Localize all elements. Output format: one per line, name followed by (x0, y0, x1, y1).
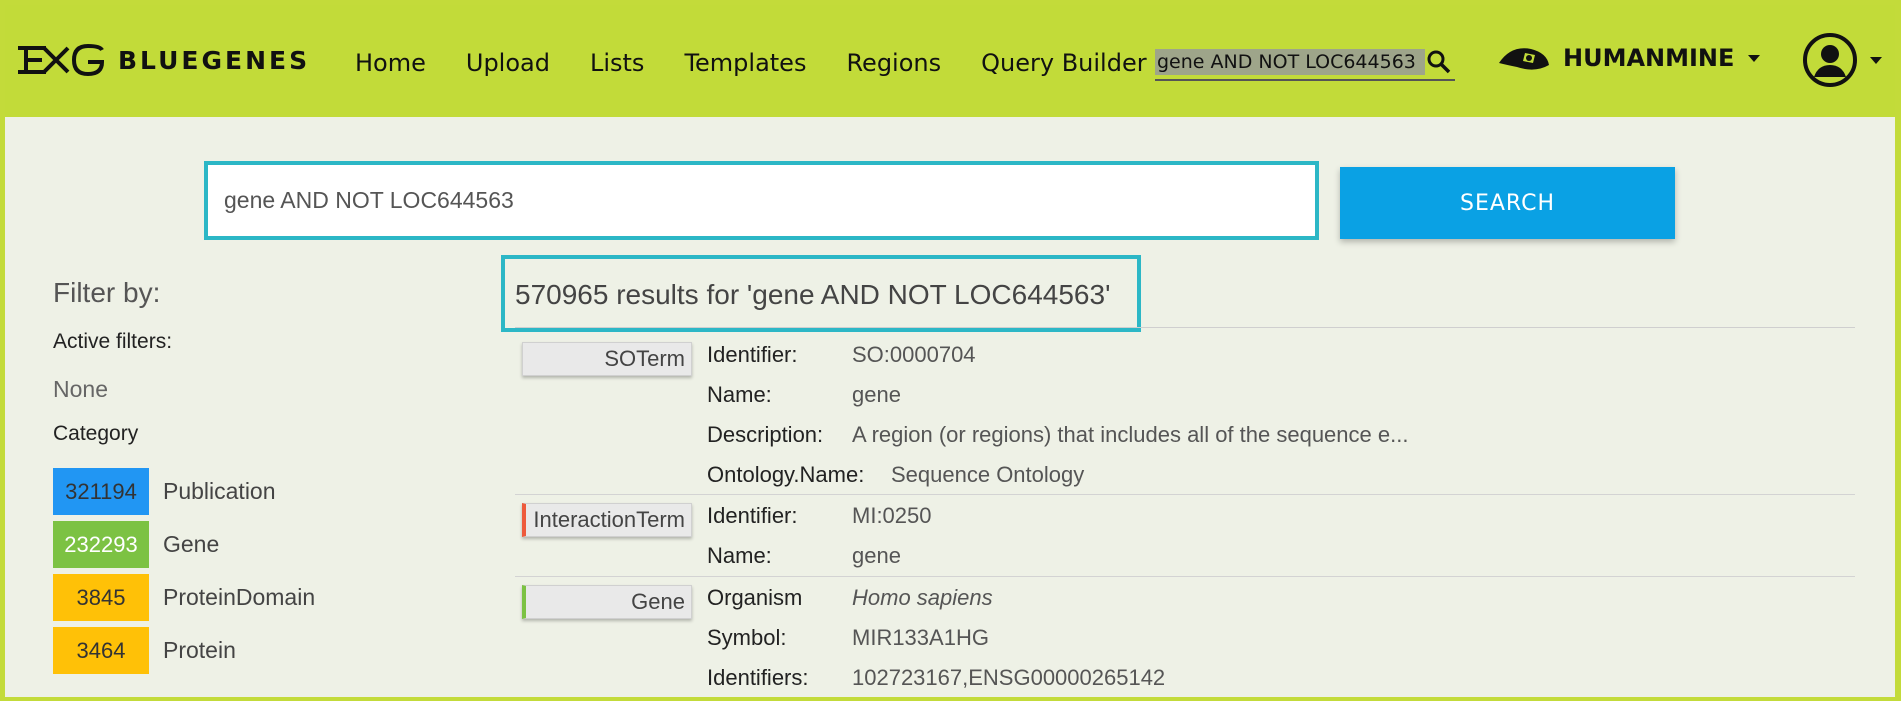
category-item-publication[interactable]: 321194 Publication (53, 465, 315, 518)
category-count: 232293 (53, 521, 149, 568)
search-button[interactable]: SEARCH (1340, 167, 1675, 239)
field-value: MIR133A1HG (852, 625, 989, 650)
user-account-icon (1803, 33, 1857, 87)
field-label: Organism (707, 585, 803, 610)
result-type-tag: SOTerm (522, 342, 692, 376)
chevron-down-icon (1870, 56, 1882, 64)
mine-name: HUMANMINE (1563, 44, 1735, 72)
field-value: SO:0000704 (852, 342, 976, 367)
category-item-protein[interactable]: 3464 Protein (53, 624, 315, 677)
top-navbar: BLUEGENES Home Upload Lists Templates Re… (5, 5, 1895, 117)
search-icon[interactable] (1425, 48, 1453, 76)
results-count-text: 570965 results for 'gene AND NOT LOC6445… (515, 279, 1111, 310)
field-value: Homo sapiens (852, 585, 993, 610)
nav-query-builder[interactable]: Query Builder (981, 49, 1146, 77)
nav-home[interactable]: Home (355, 49, 426, 77)
category-count: 3464 (53, 627, 149, 674)
category-name: ProteinDomain (163, 584, 316, 610)
field-value: 102723167,ENSG00000265142 (852, 665, 1166, 690)
mine-selector[interactable]: HUMANMINE (1495, 43, 1761, 73)
logo[interactable]: BLUEGENES (16, 42, 310, 78)
category-label: Category (53, 422, 139, 445)
nav-regions[interactable]: Regions (846, 49, 941, 77)
result-fields: Identifier: SO:0000704 Name: gene Descript… (707, 335, 1408, 495)
nav-lists[interactable]: Lists (590, 49, 644, 77)
category-name: Publication (163, 478, 276, 504)
field-label: Identifier: (707, 342, 798, 367)
nav-links: Home Upload Lists Templates Regions Quer… (355, 49, 1187, 77)
category-list: 321194 Publication 232293 Gene 3845 Prot… (53, 465, 315, 697)
field-label: Symbol: (707, 625, 787, 650)
field-value: gene (852, 543, 901, 568)
result-fields: Organism Homo sapiens Symbol: MIR133A1HG I… (707, 578, 1165, 697)
category-count: 3845 (53, 574, 149, 621)
field-value: A region (or regions) that includes all … (852, 422, 1409, 447)
nav-templates[interactable]: Templates (684, 49, 806, 77)
result-fields: Identifier: MI:0250 Name: gene (707, 496, 932, 576)
field-value: MI:0250 (852, 503, 932, 528)
results-header: 570965 results for 'gene AND NOT LOC6445… (501, 255, 1141, 332)
category-name: Gene (163, 531, 220, 557)
active-filters-value: None (53, 376, 108, 402)
filter-title: Filter by: (53, 277, 161, 308)
category-count: 321194 (53, 468, 149, 515)
logo-text: BLUEGENES (118, 45, 311, 75)
field-label: Identifier: (707, 503, 798, 528)
nav-search-input[interactable]: gene AND NOT LOC644563 (1155, 49, 1425, 75)
bluegenes-logo-icon (18, 43, 105, 77)
field-label: Identifiers: (707, 665, 809, 690)
chevron-down-icon (1748, 54, 1761, 62)
field-label: Description: (707, 422, 824, 447)
app-frame: BLUEGENES Home Upload Lists Templates Re… (5, 5, 1895, 697)
field-label: Name: (707, 382, 772, 407)
humanmine-logo-icon (1499, 48, 1549, 70)
category-item-partial[interactable] (53, 677, 315, 697)
result-type-tag: InteractionTerm (522, 503, 692, 537)
category-item-gene[interactable]: 232293 Gene (53, 518, 315, 571)
result-item[interactable]: InteractionTerm Identifier: MI:0250 Name:… (515, 496, 1855, 577)
search-field (204, 161, 1319, 240)
results-divider (515, 327, 1855, 328)
result-item[interactable]: SOTerm Identifier: SO:0000704 Name: gene D… (515, 335, 1855, 495)
field-label: Name: (707, 543, 772, 568)
field-value: Sequence Ontology (891, 462, 1085, 487)
result-type-tag: Gene (522, 585, 692, 619)
category-item-proteindomain[interactable]: 3845 ProteinDomain (53, 571, 315, 624)
result-item[interactable]: Gene Organism Homo sapiens Symbol: MIR133A… (515, 578, 1855, 697)
nav-search: gene AND NOT LOC644563 (1155, 45, 1455, 81)
field-label: Ontology.Name: (707, 462, 865, 487)
user-menu[interactable] (1802, 32, 1882, 88)
field-value: gene (852, 382, 901, 407)
category-name: Protein (163, 637, 236, 663)
nav-upload[interactable]: Upload (466, 49, 550, 77)
active-filters-label: Active filters: (53, 330, 173, 353)
search-input[interactable] (208, 165, 1315, 236)
